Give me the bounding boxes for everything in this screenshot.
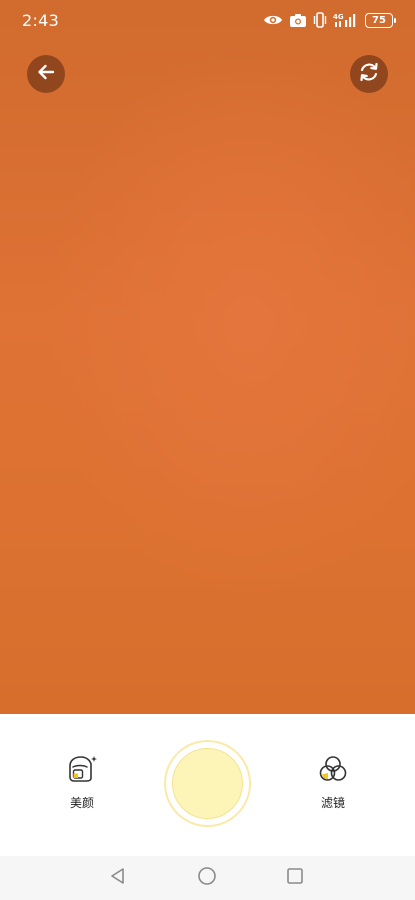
camera-viewfinder[interactable]: [0, 0, 415, 714]
system-nav-bar: [0, 856, 415, 900]
camera-controls: 美颜 滤镜: [0, 714, 415, 856]
status-bar: 2:43 4G 75: [0, 0, 415, 40]
beauty-button[interactable]: 美颜: [52, 754, 112, 810]
status-time: 2:43: [22, 11, 60, 30]
eye-icon: [263, 13, 283, 27]
switch-camera-button[interactable]: [350, 55, 388, 93]
filter-button[interactable]: 滤镜: [303, 754, 363, 810]
arrow-left-icon: [35, 61, 57, 87]
nav-back-icon: [109, 867, 127, 889]
battery-level: 75: [372, 14, 386, 26]
shutter-inner: [172, 748, 243, 819]
nav-recent-icon: [286, 867, 304, 889]
nav-home-button[interactable]: [197, 866, 217, 890]
vibrate-icon: [313, 12, 327, 28]
battery-icon: 75: [365, 12, 396, 28]
nav-recent-button[interactable]: [285, 868, 305, 888]
camera-switch-icon: [357, 60, 381, 88]
nav-home-icon: [197, 866, 217, 890]
signal-icon: 4G: [333, 12, 359, 28]
nav-back-button[interactable]: [108, 868, 128, 888]
back-button[interactable]: [27, 55, 65, 93]
shutter-button[interactable]: [164, 740, 251, 827]
beauty-icon: [65, 754, 99, 788]
network-label: 4G: [333, 13, 344, 21]
filter-label: 滤镜: [320, 796, 345, 810]
status-icons: 4G 75: [263, 11, 396, 29]
filter-icon: [317, 754, 349, 788]
beauty-label: 美颜: [69, 796, 94, 810]
camera-icon: [289, 13, 307, 28]
